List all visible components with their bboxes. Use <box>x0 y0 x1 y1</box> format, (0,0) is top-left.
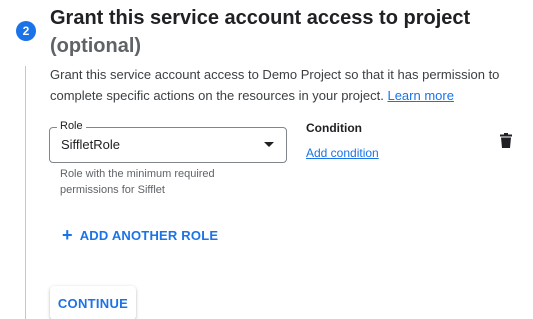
role-field-label: Role <box>57 119 86 133</box>
add-another-role-label: ADD ANOTHER ROLE <box>79 227 219 243</box>
continue-button[interactable]: CONTINUE <box>50 286 136 319</box>
role-hint-text: Role with the minimum required permissio… <box>60 168 215 196</box>
condition-label: Condition <box>306 121 362 135</box>
grant-access-step: 2 Grant this service account access to p… <box>0 0 533 319</box>
plus-icon: + <box>62 225 73 245</box>
step-subtitle: (optional) <box>50 35 142 57</box>
add-condition-link[interactable]: Add condition <box>306 146 379 160</box>
step-connector-line <box>25 66 26 319</box>
step-description: Grant this service account access to Dem… <box>50 64 520 106</box>
trash-icon[interactable] <box>500 133 512 148</box>
add-another-role-button[interactable]: + ADD ANOTHER ROLE <box>62 226 218 244</box>
dropdown-arrow-icon <box>264 142 274 147</box>
role-select-value: SiffletRole <box>61 137 121 152</box>
learn-more-link[interactable]: Learn more <box>387 88 453 103</box>
step-number-badge: 2 <box>16 21 36 41</box>
step-title: Grant this service account access to pro… <box>50 7 471 29</box>
